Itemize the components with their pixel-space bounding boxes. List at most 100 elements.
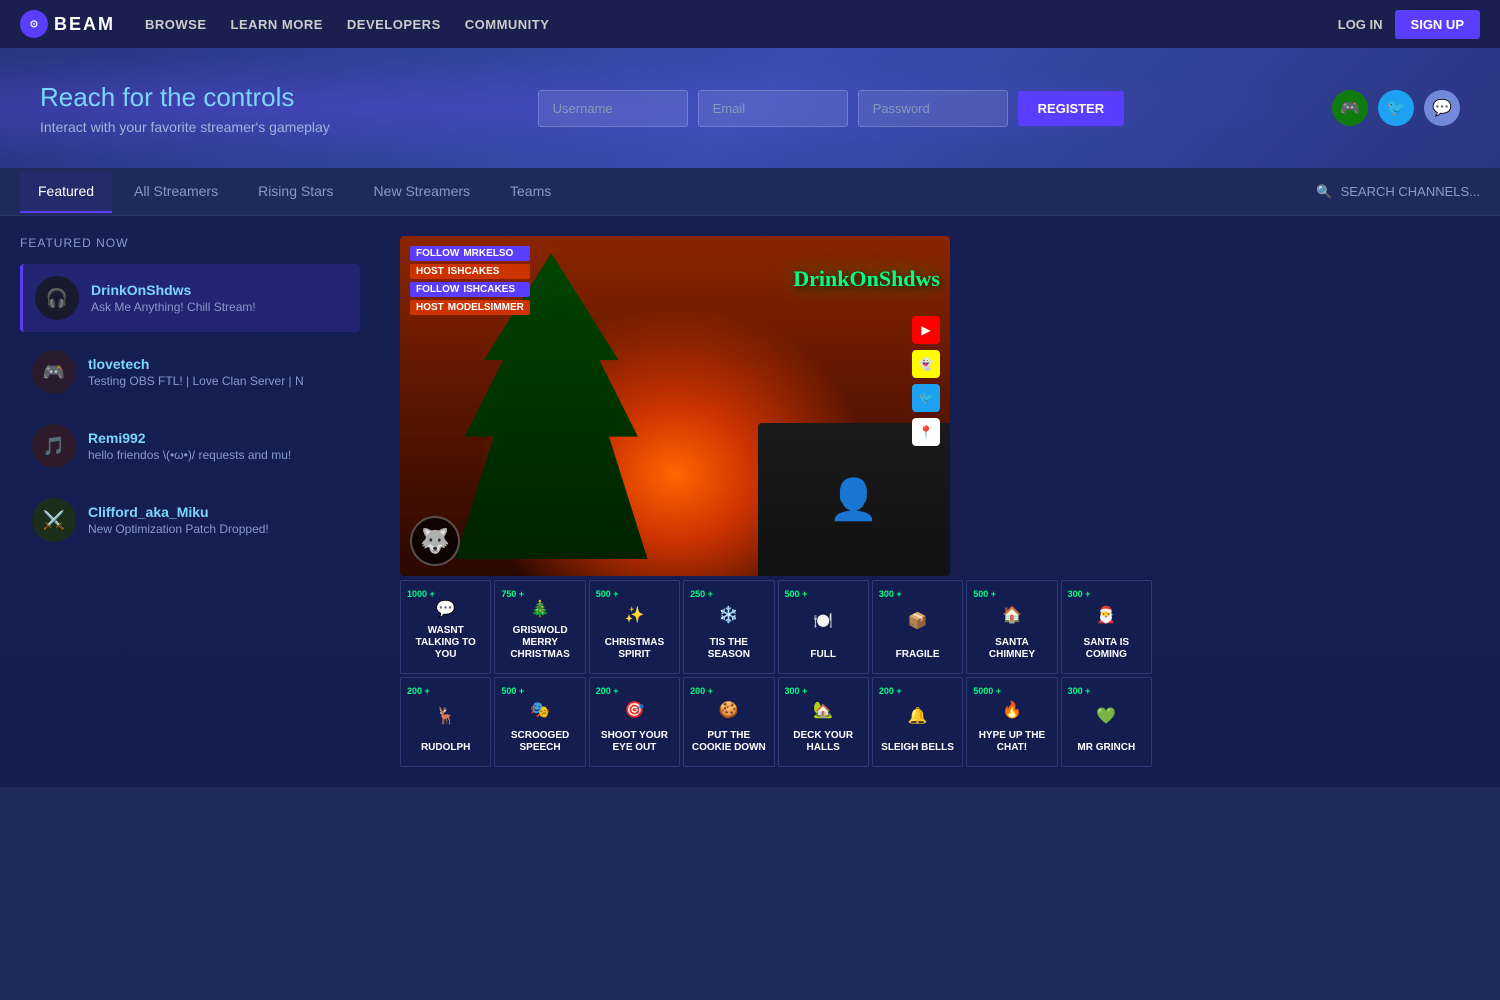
skill-card-rudolph[interactable]: 200 + 🦌 RUDOLPH xyxy=(400,677,491,767)
video-player: FOLLOW MRKELSO HOST ISHCAKES FOLLOW ISHC… xyxy=(400,236,950,576)
skill-cost: 1000 + xyxy=(405,589,435,599)
tabs-bar: Featured All Streamers Rising Stars New … xyxy=(0,168,1500,216)
skill-card-shoot-your-eye-out[interactable]: 200 + 🎯 SHOOT YOUR EYE OUT xyxy=(589,677,680,767)
tab-all-streamers[interactable]: All Streamers xyxy=(116,171,236,213)
skill-icon: 💬 xyxy=(436,599,456,619)
content-area: FOLLOW MRKELSO HOST ISHCAKES FOLLOW ISHC… xyxy=(380,216,1500,787)
streamer-name: tlovetech xyxy=(88,356,304,372)
xbox-icon[interactable]: 🎮 xyxy=(1332,90,1368,126)
location-stream-icon[interactable]: 📍 xyxy=(912,418,940,446)
brand-name: BEAM xyxy=(54,14,115,35)
skill-card-hype-up-the-chat![interactable]: 5000 + 🔥 HYPE UP THE CHAT! xyxy=(966,677,1057,767)
skill-name: WASNT TALKING TO YOU xyxy=(405,621,486,665)
skill-card-tis-the-season[interactable]: 250 + ❄️ TIS THE SEASON xyxy=(683,580,774,674)
skill-cost: 500 + xyxy=(499,686,524,696)
skill-name: SANTA IS COMING xyxy=(1066,633,1147,665)
skill-name: PUT THE COOKIE DOWN xyxy=(688,726,769,758)
skill-name: SLEIGH BELLS xyxy=(879,738,956,758)
password-input[interactable] xyxy=(858,90,1008,127)
skill-card-full[interactable]: 500 + 🍽️ FULL xyxy=(778,580,869,674)
skill-card-fragile[interactable]: 300 + 📦 FRAGILE xyxy=(872,580,963,674)
skill-card-scrooged-speech[interactable]: 500 + 🎭 SCROOGED SPEECH xyxy=(494,677,585,767)
stream-badges: FOLLOW MRKELSO HOST ISHCAKES FOLLOW ISHC… xyxy=(410,246,530,315)
main-layout: Featured now 🎧 DrinkOnShdws Ask Me Anyth… xyxy=(0,216,1500,787)
streamer-item-drinkonshdws[interactable]: 🎧 DrinkOnShdws Ask Me Anything! Chill St… xyxy=(20,264,360,332)
skill-card-mr-grinch[interactable]: 300 + 💚 MR GRINCH xyxy=(1061,677,1152,767)
skill-cost: 300 + xyxy=(783,686,808,696)
avatar-clifford: ⚔️ xyxy=(32,498,76,542)
username-input[interactable] xyxy=(538,90,688,127)
nav-developers[interactable]: DEVELOPERS xyxy=(347,17,441,32)
avatar-emoji: 🎵 xyxy=(43,436,65,457)
stream-social-icons: ▶ 👻 🐦 📍 xyxy=(912,316,940,446)
tab-teams[interactable]: Teams xyxy=(492,171,569,213)
skill-name: FRAGILE xyxy=(894,645,942,665)
skill-cost: 200 + xyxy=(405,686,430,696)
skill-name: MR GRINCH xyxy=(1075,738,1137,758)
skill-icon: 🎭 xyxy=(530,700,550,720)
streamer-item-remi[interactable]: 🎵 Remi992 hello friendos \(•ω•)/ request… xyxy=(20,412,360,480)
wolf-logo: 🐺 xyxy=(410,516,460,566)
skill-card-sleigh-bells[interactable]: 200 + 🔔 SLEIGH BELLS xyxy=(872,677,963,767)
streamer-item-tlovetech[interactable]: 🎮 tlovetech Testing OBS FTL! | Love Clan… xyxy=(20,338,360,406)
skill-card-santa-is-coming[interactable]: 300 + 🎅 SANTA IS COMING xyxy=(1061,580,1152,674)
streamer-info: tlovetech Testing OBS FTL! | Love Clan S… xyxy=(88,356,304,388)
tab-featured[interactable]: Featured xyxy=(20,171,112,213)
skill-icon: 💚 xyxy=(1096,706,1116,726)
skill-card-christmas-spirit[interactable]: 500 + ✨ CHRISTMAS SPIRIT xyxy=(589,580,680,674)
brand-logo[interactable]: ⊙ BEAM xyxy=(20,10,115,38)
streamer-info: DrinkOnShdws Ask Me Anything! Chill Stre… xyxy=(91,282,256,314)
tab-new-streamers[interactable]: New Streamers xyxy=(356,171,488,213)
skill-card-wasnt-talking-to-you[interactable]: 1000 + 💬 WASNT TALKING TO YOU xyxy=(400,580,491,674)
skill-card-griswold-merry-christmas[interactable]: 750 + 🎄 GRISWOLD MERRY CHRISTMAS xyxy=(494,580,585,674)
avatar-emoji: 🎮 xyxy=(43,362,65,383)
email-input[interactable] xyxy=(698,90,848,127)
search-label[interactable]: SEARCH CHANNELS... xyxy=(1341,184,1480,199)
skills-grid-row2: 200 + 🦌 RUDOLPH 500 + 🎭 SCROOGED SPEECH … xyxy=(400,677,1152,767)
twitter-icon[interactable]: 🐦 xyxy=(1378,90,1414,126)
search-icon: 🔍 xyxy=(1316,184,1332,200)
streamer-item-clifford[interactable]: ⚔️ Clifford_aka_Miku New Optimization Pa… xyxy=(20,486,360,554)
video-frame: FOLLOW MRKELSO HOST ISHCAKES FOLLOW ISHC… xyxy=(400,236,950,576)
snapchat-stream-icon[interactable]: 👻 xyxy=(912,350,940,378)
skill-icon: 🏡 xyxy=(813,700,833,720)
social-icons: 🎮 🐦 💬 xyxy=(1332,90,1460,126)
youtube-stream-icon[interactable]: ▶ xyxy=(912,316,940,344)
skill-icon: 🔥 xyxy=(1002,700,1022,720)
nav-links: BROWSE LEARN MORE DEVELOPERS COMMUNITY xyxy=(145,17,1338,32)
skill-cost: 300 + xyxy=(1066,686,1091,696)
skill-card-put-the-cookie-down[interactable]: 200 + 🍪 PUT THE COOKIE DOWN xyxy=(683,677,774,767)
skill-name: FULL xyxy=(808,645,838,665)
skill-card-deck-your-halls[interactable]: 300 + 🏡 DECK YOUR HALLS xyxy=(778,677,869,767)
sidebar: Featured now 🎧 DrinkOnShdws Ask Me Anyth… xyxy=(0,216,380,787)
skill-cost: 200 + xyxy=(594,686,619,696)
signup-button[interactable]: SIGN UP xyxy=(1395,10,1480,39)
skill-cost: 250 + xyxy=(688,589,713,599)
skill-cost: 500 + xyxy=(971,589,996,599)
skill-name: SCROOGED SPEECH xyxy=(499,726,580,758)
skill-icon: 🍽️ xyxy=(813,611,833,631)
nav-learn[interactable]: LEARN MORE xyxy=(231,17,323,32)
skill-cost: 500 + xyxy=(783,589,808,599)
nav-community[interactable]: COMMUNITY xyxy=(465,17,550,32)
hero-title: Reach for the controls xyxy=(40,82,330,113)
login-button[interactable]: LOG IN xyxy=(1338,17,1383,32)
hero-form: REGISTER xyxy=(360,90,1302,127)
streamer-name: Clifford_aka_Miku xyxy=(88,504,269,520)
tab-rising-stars[interactable]: Rising Stars xyxy=(240,171,351,213)
skill-cost: 500 + xyxy=(594,589,619,599)
nav-browse[interactable]: BROWSE xyxy=(145,17,207,32)
skill-icon: 🦌 xyxy=(436,706,456,726)
search-area: 🔍 SEARCH CHANNELS... xyxy=(1316,184,1480,200)
discord-icon[interactable]: 💬 xyxy=(1424,90,1460,126)
skill-icon: 📦 xyxy=(908,611,928,631)
register-button[interactable]: REGISTER xyxy=(1018,91,1124,126)
logo-icon: ⊙ xyxy=(20,10,48,38)
skill-name: TIS THE SEASON xyxy=(688,633,769,665)
skill-name: GRISWOLD MERRY CHRISTMAS xyxy=(499,621,580,665)
twitter-stream-icon[interactable]: 🐦 xyxy=(912,384,940,412)
skill-card-santa-chimney[interactable]: 500 + 🏠 SANTA CHIMNEY xyxy=(966,580,1057,674)
avatar-emoji: ⚔️ xyxy=(43,510,65,531)
skill-cost: 200 + xyxy=(877,686,902,696)
streamer-name: DrinkOnShdws xyxy=(91,282,256,298)
